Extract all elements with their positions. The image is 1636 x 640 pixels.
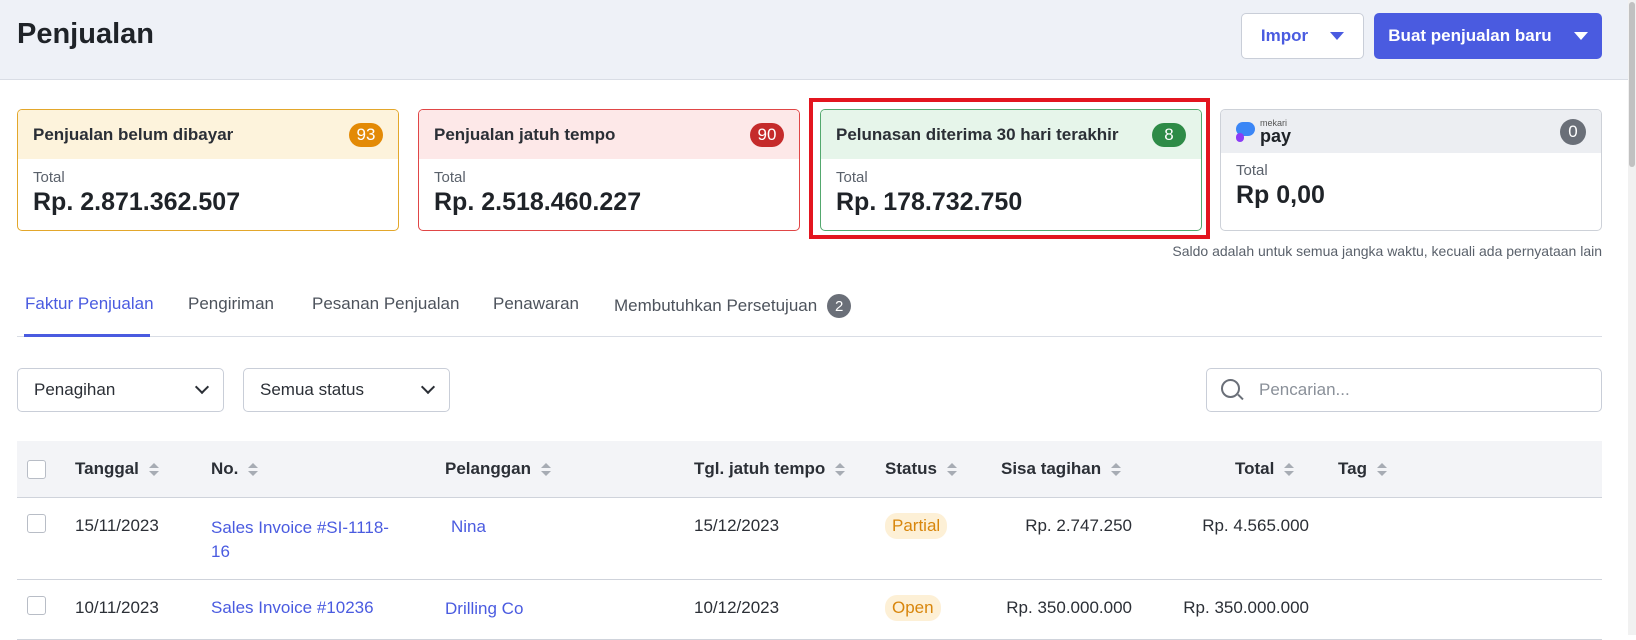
balance-note: Saldo adalah untuk semua jangka waktu, k…: [1172, 243, 1602, 259]
column-header-date[interactable]: Tanggal: [75, 459, 159, 479]
tab-needs-approval[interactable]: Membutuhkan Persetujuan 2: [614, 294, 852, 318]
sort-icon: [1111, 462, 1122, 476]
sort-icon: [148, 462, 159, 476]
tab-sales-invoice[interactable]: Faktur Penjualan: [25, 294, 154, 314]
column-header-balance[interactable]: Sisa tagihan: [1001, 459, 1122, 479]
cell-balance: Rp. 350.000.000: [1006, 598, 1132, 617]
scrollbar-thumb[interactable]: [1629, 2, 1635, 167]
import-button-label: Impor: [1260, 26, 1309, 45]
page-scrollbar[interactable]: [1628, 0, 1636, 635]
cell-due-date: 15/12/2023: [694, 516, 780, 535]
cell-due-date: 10/12/2023: [694, 598, 780, 617]
card-total-label: Total: [33, 169, 65, 186]
invoice-link[interactable]: Sales Invoice #SI-1118- 16: [211, 516, 389, 564]
page-title: Penjualan: [17, 18, 154, 50]
cell-total: Rp. 350.000.000: [1183, 598, 1309, 617]
card-total-value: Rp 0,00: [1236, 181, 1325, 209]
sort-icon: [835, 462, 846, 476]
chevron-down-icon: [194, 379, 210, 395]
type-filter-select[interactable]: Penagihan: [17, 368, 224, 412]
status-badge: Open: [885, 595, 941, 621]
customer-link[interactable]: Nina: [451, 517, 486, 537]
cell-balance: Rp. 2.747.250: [1025, 516, 1132, 535]
select-value: Semua status: [260, 380, 364, 399]
tab-quotation[interactable]: Penawaran: [493, 294, 579, 314]
row-checkbox[interactable]: [27, 596, 46, 615]
column-header-customer[interactable]: Pelanggan: [445, 459, 551, 479]
select-all-checkbox[interactable]: [27, 460, 46, 479]
card-total-value: Rp. 2.518.460.227: [434, 188, 642, 216]
tab-delivery[interactable]: Pengiriman: [188, 294, 274, 314]
import-button[interactable]: Impor: [1241, 13, 1364, 59]
card-unpaid-sales[interactable]: Penjualan belum dibayar 93 Total Rp. 2.8…: [17, 109, 399, 231]
card-title: Penjualan belum dibayar: [33, 124, 234, 144]
customer-link[interactable]: Drilling Co: [445, 599, 523, 619]
tab-count-badge: 2: [827, 294, 852, 318]
card-title: Penjualan jatuh tempo: [434, 124, 616, 144]
highlight-box: [809, 98, 1210, 239]
count-badge: 90: [750, 122, 784, 147]
card-mekari-pay[interactable]: mekari pay 0 Total Rp 0,00: [1220, 109, 1602, 231]
table-header: Tanggal No. Pelanggan Tgl. jatuh tempo S…: [17, 441, 1602, 498]
sort-icon: [540, 462, 551, 476]
status-filter-select[interactable]: Semua status: [243, 368, 450, 412]
count-badge: 0: [1560, 118, 1586, 145]
column-header-number[interactable]: No.: [211, 459, 259, 479]
invoice-table: Tanggal No. Pelanggan Tgl. jatuh tempo S…: [17, 441, 1602, 640]
cell-total: Rp. 4.565.000: [1202, 516, 1309, 535]
card-total-value: Rp. 2.871.362.507: [33, 188, 241, 216]
cell-date: 10/11/2023: [75, 598, 159, 617]
search-input[interactable]: [1259, 380, 1579, 400]
new-sale-button[interactable]: Buat penjualan baru: [1374, 13, 1602, 59]
tab-label: Pesanan Penjualan: [312, 294, 460, 313]
mekari-logo-icon: [1236, 121, 1256, 142]
caret-down-icon: [1573, 32, 1588, 40]
row-checkbox[interactable]: [27, 514, 46, 533]
page-header: Penjualan Impor Buat penjualan baru: [0, 0, 1636, 80]
column-header-due-date[interactable]: Tgl. jatuh tempo: [694, 459, 846, 479]
new-sale-button-label: Buat penjualan baru: [1388, 26, 1552, 45]
table-row[interactable]: 15/11/2023 Sales Invoice #SI-1118- 16 Ni…: [17, 498, 1602, 580]
status-badge: Partial: [885, 513, 948, 539]
chevron-down-icon: [420, 379, 436, 395]
sort-icon: [248, 462, 259, 476]
sort-icon: [1284, 462, 1295, 476]
tab-label: Membutuhkan Persetujuan: [614, 296, 818, 315]
search-box[interactable]: [1206, 368, 1602, 412]
select-value: Penagihan: [34, 380, 116, 399]
search-icon: [1221, 379, 1244, 401]
tab-label: Penawaran: [493, 294, 580, 313]
tab-bar: Faktur Penjualan Pengiriman Pesanan Penj…: [17, 284, 1602, 337]
brand-big: pay: [1260, 125, 1292, 146]
table-row[interactable]: 10/11/2023 Sales Invoice #10236 Drilling…: [17, 580, 1602, 640]
count-badge: 93: [349, 122, 383, 147]
tab-label: Faktur Penjualan: [25, 294, 154, 313]
card-overdue-sales[interactable]: Penjualan jatuh tempo 90 Total Rp. 2.518…: [418, 109, 800, 231]
column-header-status[interactable]: Status: [885, 459, 957, 479]
mekari-pay-logo: mekari pay: [1236, 118, 1292, 146]
caret-down-icon: [1330, 32, 1345, 40]
sort-icon: [946, 462, 957, 476]
tab-sales-order[interactable]: Pesanan Penjualan: [312, 294, 459, 314]
active-tab-indicator: [24, 334, 150, 337]
cell-date: 15/11/2023: [75, 516, 159, 535]
card-total-label: Total: [1236, 162, 1268, 179]
column-header-tag[interactable]: Tag: [1338, 459, 1387, 479]
sort-icon: [1376, 462, 1387, 476]
tab-label: Pengiriman: [188, 294, 274, 313]
card-total-label: Total: [434, 169, 466, 186]
column-header-total[interactable]: Total: [1235, 459, 1295, 479]
invoice-link[interactable]: Sales Invoice #10236: [211, 598, 374, 618]
